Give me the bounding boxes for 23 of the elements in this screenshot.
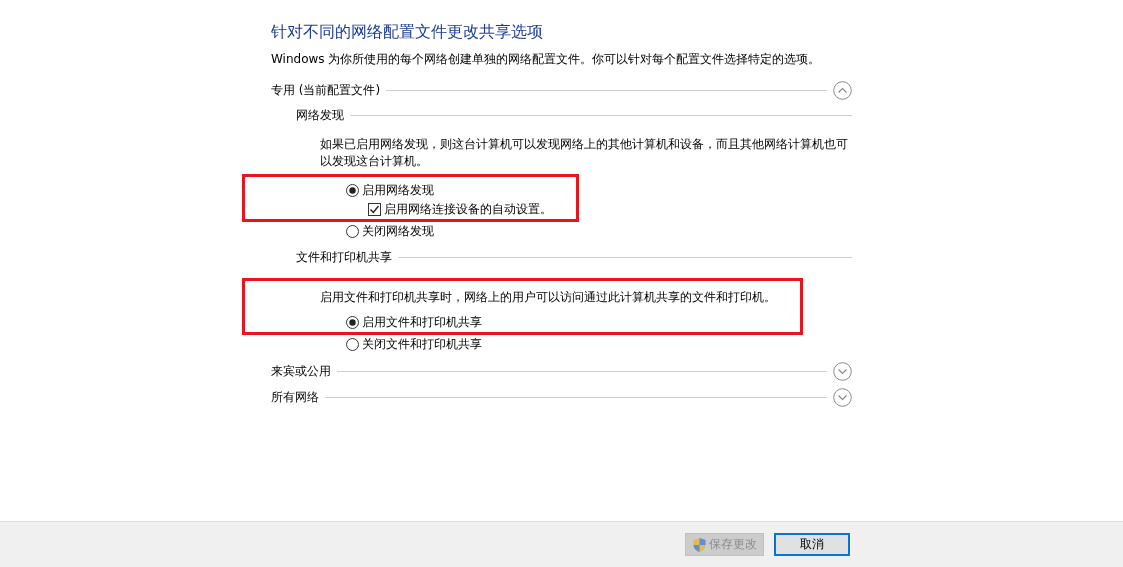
page-title: 针对不同的网络配置文件更改共享选项 xyxy=(271,22,544,42)
radio-button[interactable] xyxy=(346,224,359,238)
intro-text: Windows 为你所使用的每个网络创建单独的网络配置文件。你可以针对每个配置文件选择特定的选项。 xyxy=(271,51,822,68)
profile-header[interactable]: 专用 (当前配置文件) xyxy=(271,81,381,99)
profile-header[interactable]: 所有网络 xyxy=(271,388,319,406)
expand-icon[interactable] xyxy=(833,361,852,381)
radio-button[interactable] xyxy=(346,337,359,351)
checkbox-label[interactable]: 启用网络连接设备的自动设置。 xyxy=(384,200,552,218)
radio-button[interactable] xyxy=(346,183,359,197)
section-header: 网络发现 xyxy=(296,106,344,124)
radio-button[interactable] xyxy=(346,315,359,329)
collapse-icon[interactable] xyxy=(833,80,852,100)
option-label[interactable]: 关闭网络发现 xyxy=(362,222,434,240)
profile-header[interactable]: 来宾或公用 xyxy=(271,362,331,380)
option-label[interactable]: 启用网络发现 xyxy=(362,181,434,199)
expand-icon[interactable] xyxy=(833,387,852,407)
cancel-button[interactable]: 取消 xyxy=(774,533,850,556)
description-text: 启用文件和打印机共享时，网络上的用户可以访问通过此计算机共享的文件和打印机。 xyxy=(320,289,776,306)
description-text: 如果已启用网络发现，则这台计算机可以发现网络上的其他计算机和设备，而且其他网络计算机也可以发现这台计算机。 xyxy=(320,136,849,170)
option-label[interactable]: 启用文件和打印机共享 xyxy=(362,313,482,331)
checkbox[interactable] xyxy=(368,202,381,216)
option-label[interactable]: 关闭文件和打印机共享 xyxy=(362,335,482,353)
section-header: 文件和打印机共享 xyxy=(296,248,392,266)
